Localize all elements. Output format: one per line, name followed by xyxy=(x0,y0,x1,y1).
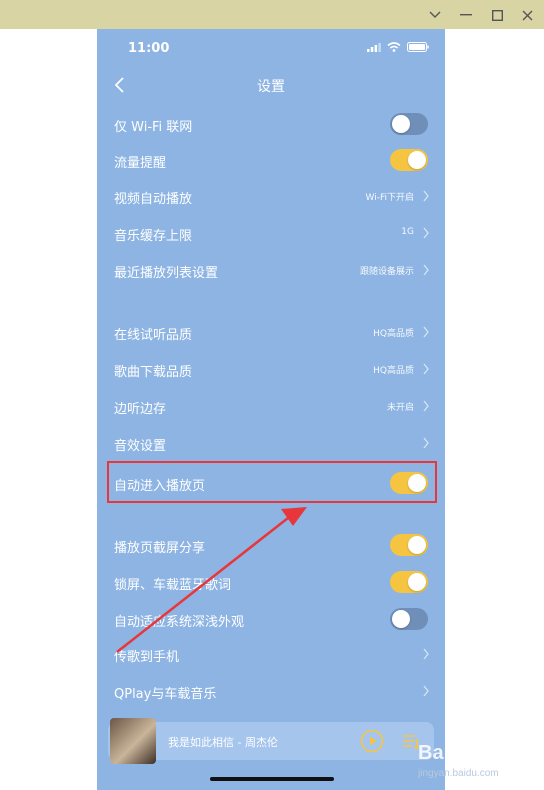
annotation-arrow xyxy=(116,507,307,653)
watermark-brand: Bai xyxy=(418,742,449,764)
watermark: Bai 经验 jingyan.baidu.com xyxy=(414,726,539,786)
paw-icon xyxy=(463,739,483,760)
watermark-url: jingyan.baidu.com xyxy=(417,768,499,779)
watermark-brand2: 经验 xyxy=(486,745,516,763)
